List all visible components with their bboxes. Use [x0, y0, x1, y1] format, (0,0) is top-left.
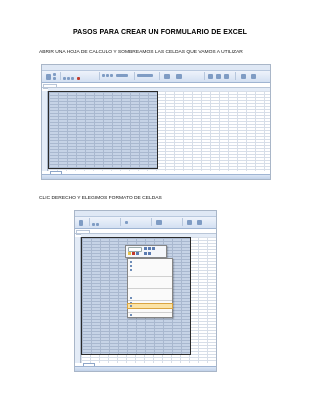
insert-icon — [208, 74, 213, 79]
wrap-text-icon — [116, 74, 128, 77]
ribbon-group-clipboard — [44, 72, 61, 80]
paste-icon — [46, 74, 51, 80]
ribbon-group-styles — [152, 218, 183, 226]
percent-icon[interactable] — [144, 252, 147, 255]
step1-instruction: ABRIR UNA HOJA DE CALCULO Y SOMBREAMOS L… — [39, 50, 243, 55]
cut-icon — [130, 261, 132, 263]
ribbon-group-alignment — [121, 218, 152, 226]
excel-screenshot-2: ▪▪▪ ▪▪▪▪ ▪▪▪ ▪▪▪ ▪▪▪ — [74, 210, 217, 372]
delete-icon — [216, 74, 221, 79]
paste-icon — [130, 269, 132, 271]
number-format-icon — [137, 74, 153, 77]
ribbon-group-cells — [205, 72, 236, 80]
copy-icon — [130, 265, 132, 267]
selected-range — [48, 91, 158, 169]
format-icon — [197, 220, 202, 225]
borders-icon[interactable] — [136, 252, 139, 255]
mini-toolbar[interactable] — [125, 245, 167, 258]
font-color-icon[interactable] — [132, 252, 135, 255]
bold-icon — [92, 223, 95, 226]
status-bar — [42, 174, 270, 179]
table-format-icon — [176, 74, 182, 79]
sort-icon — [130, 297, 132, 299]
insert-icon — [187, 220, 192, 225]
underline-icon — [71, 77, 74, 80]
align-right-icon — [110, 74, 113, 77]
bold-icon[interactable] — [144, 247, 147, 250]
hyperlink-icon — [130, 314, 132, 316]
ribbon-group-font — [61, 72, 100, 80]
cell-styles-icon — [164, 74, 170, 79]
italic-icon — [67, 77, 70, 80]
format-icon — [224, 74, 229, 79]
excel-screenshot-1: ▪▪▪ ▪▪▪▪ ▪▪▪ ▪▪▪▪ ▪▪▪ ▪▪▪ — [41, 64, 271, 180]
decimal-icon[interactable] — [148, 252, 151, 255]
context-menu — [127, 258, 173, 318]
bold-icon — [63, 77, 66, 80]
ribbon-group-styles — [160, 72, 205, 80]
cell-styles-icon — [156, 220, 162, 225]
align-left-icon — [102, 74, 105, 77]
find-icon — [251, 74, 256, 79]
italic-icon[interactable] — [148, 247, 151, 250]
ribbon — [75, 217, 216, 229]
align-center-icon — [106, 74, 109, 77]
ribbon-group-alignment — [100, 72, 135, 80]
font-color-icon — [77, 77, 80, 80]
copy-icon — [53, 77, 56, 80]
ribbon-group-font — [90, 218, 121, 226]
ribbon-group-clipboard — [77, 218, 90, 226]
ribbon-group-editing — [236, 72, 268, 80]
menu-item[interactable] — [128, 312, 172, 317]
align-center-icon — [125, 221, 128, 224]
sort-icon — [241, 74, 246, 79]
italic-icon — [96, 223, 99, 226]
cut-icon — [53, 73, 56, 76]
paste-icon — [79, 220, 83, 226]
step2-instruction: CLIC DERECHO Y ELEGIMOS FORMATO DE CELDA… — [39, 196, 162, 201]
status-bar — [75, 366, 216, 371]
document-title: PASOS PARA CREAR UN FORMULARIO DE EXCEL — [72, 29, 248, 36]
align-icon[interactable] — [152, 247, 155, 250]
ribbon-group-number — [135, 72, 160, 80]
ribbon — [42, 71, 270, 83]
ribbon-group-cells — [183, 218, 214, 226]
format-cells-icon — [130, 305, 132, 307]
fill-color-icon[interactable] — [128, 252, 131, 255]
